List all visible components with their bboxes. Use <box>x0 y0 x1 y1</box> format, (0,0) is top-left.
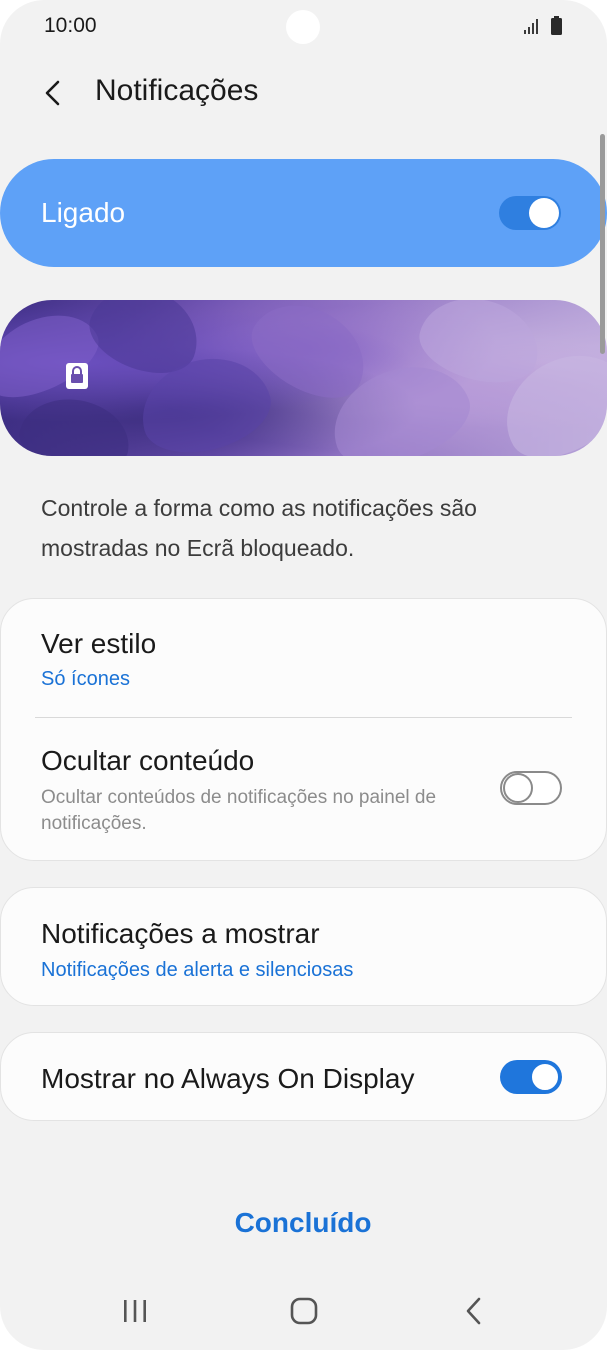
phone-screen: 10:00 Notificações Ligado Controle a for… <box>0 0 607 1350</box>
notifications-to-show-card: Notificações a mostrar Notificações de a… <box>0 887 607 1006</box>
notifications-to-show-row[interactable]: Notificações a mostrar Notificações de a… <box>1 888 606 1007</box>
display-settings-card: Ver estilo Só ícones Ocultar conteúdo Oc… <box>0 598 607 861</box>
description-text: Controle a forma como as notificações sã… <box>41 495 477 561</box>
view-style-row[interactable]: Ver estilo Só ícones <box>1 599 606 717</box>
always-on-display-row[interactable]: Mostrar no Always On Display <box>1 1033 606 1122</box>
hide-content-toggle[interactable] <box>500 771 562 805</box>
hide-content-row[interactable]: Ocultar conteúdo Ocultar conteúdos de no… <box>1 718 606 862</box>
toggle-knob <box>503 773 533 803</box>
preview-petal <box>14 390 136 456</box>
status-bar: 10:00 <box>0 0 607 56</box>
scrollbar[interactable] <box>600 134 605 354</box>
battery-icon <box>551 16 562 35</box>
signal-icon <box>524 19 538 34</box>
view-style-value: Só ícones <box>41 668 130 690</box>
lock-screen-preview <box>0 300 607 456</box>
header: Notificações <box>0 62 607 122</box>
master-toggle[interactable] <box>499 196 561 230</box>
chevron-left-icon[interactable] <box>40 78 66 108</box>
notifications-to-show-title: Notificações a mostrar <box>41 918 320 949</box>
notifications-to-show-value: Notificações de alerta e silenciosas <box>41 959 354 981</box>
camera-cutout <box>286 10 320 44</box>
always-on-display-card: Mostrar no Always On Display <box>0 1032 607 1121</box>
page-title: Notificações <box>95 74 259 107</box>
lock-icon <box>66 363 88 389</box>
view-style-title: Ver estilo <box>41 628 157 659</box>
hide-content-title: Ocultar conteúdo <box>41 745 255 776</box>
recent-apps-icon[interactable] <box>121 1298 149 1324</box>
master-switch-label: Ligado <box>41 197 126 228</box>
hide-content-subtitle: Ocultar conteúdos de notificações no pai… <box>41 787 437 834</box>
back-icon[interactable] <box>464 1296 484 1326</box>
done-button[interactable]: Concluído <box>203 1198 403 1248</box>
status-time: 10:00 <box>44 14 97 37</box>
toggle-knob <box>530 1062 560 1092</box>
always-on-display-title: Mostrar no Always On Display <box>41 1063 415 1094</box>
master-switch-row[interactable]: Ligado <box>0 159 607 267</box>
always-on-display-toggle[interactable] <box>500 1060 562 1094</box>
toggle-knob <box>529 198 559 228</box>
home-icon[interactable] <box>290 1297 318 1325</box>
